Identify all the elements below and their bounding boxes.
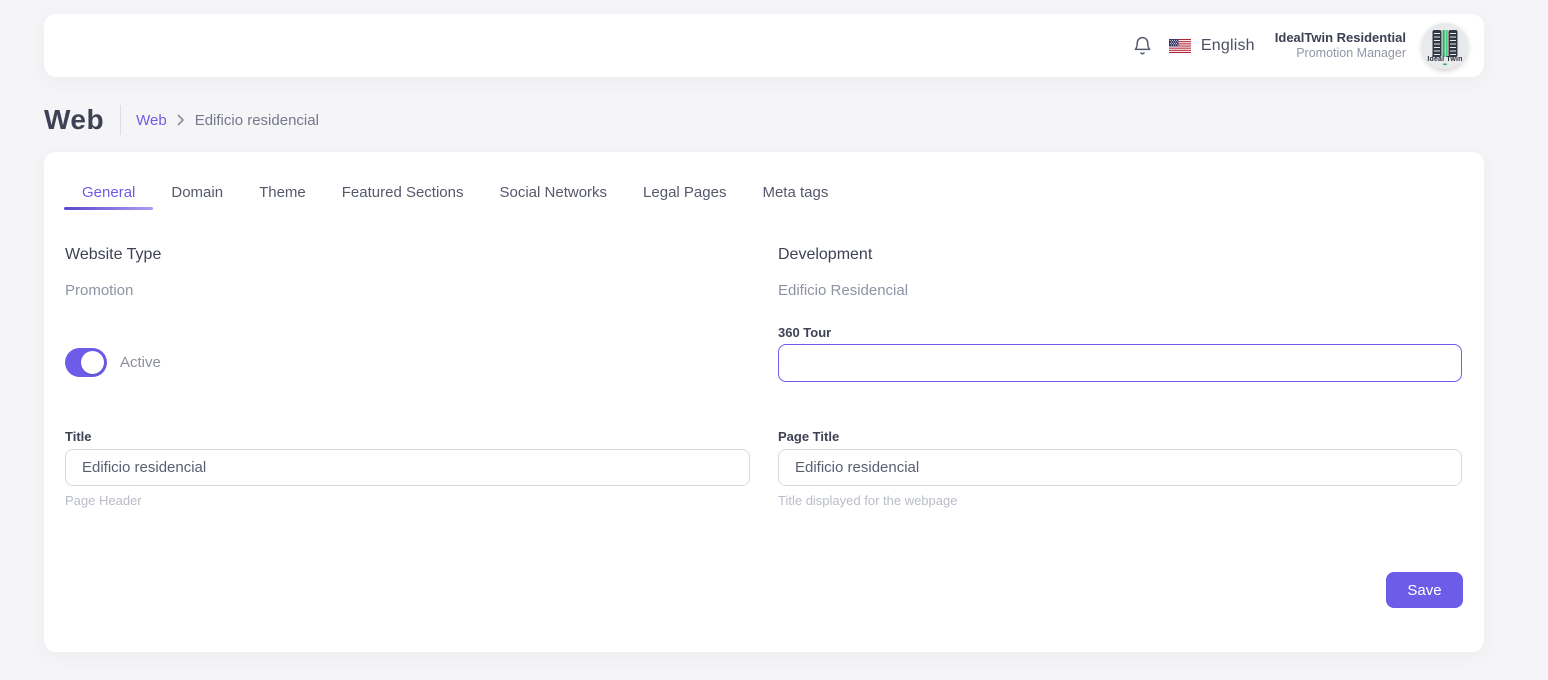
active-toggle[interactable] — [65, 348, 107, 377]
language-label: English — [1201, 37, 1255, 55]
active-toggle-row: Active — [65, 348, 161, 377]
logo-text: Ideal Twin — [1422, 56, 1468, 63]
development-value: Edificio Residencial — [778, 282, 1462, 299]
account-role: Promotion Manager — [1275, 46, 1406, 61]
language-selector[interactable]: English — [1169, 37, 1255, 55]
title-helper: Page Header — [65, 493, 750, 508]
toggle-knob — [81, 351, 104, 374]
account-name: IdealTwin Residential — [1275, 30, 1406, 46]
page-title-label: Page Title — [778, 429, 1462, 444]
website-type-heading: Website Type — [65, 246, 750, 264]
breadcrumb-current: Edificio residencial — [195, 112, 319, 129]
settings-card: General Domain Theme Featured Sections S… — [44, 152, 1484, 652]
page-title: Web — [44, 104, 104, 136]
tour-360-input[interactable] — [778, 344, 1462, 382]
page-title-helper: Title displayed for the webpage — [778, 493, 1462, 508]
top-bar: English IdealTwin Residential Promotion … — [44, 14, 1484, 77]
tab-domain[interactable]: Domain — [153, 176, 241, 209]
title-label: Title — [65, 429, 750, 444]
tab-legal-pages[interactable]: Legal Pages — [625, 176, 744, 209]
breadcrumb-link-web[interactable]: Web — [136, 112, 167, 129]
chevron-right-icon — [177, 114, 185, 126]
tab-social-networks[interactable]: Social Networks — [482, 176, 626, 209]
account-info: IdealTwin Residential Promotion Manager — [1275, 30, 1406, 61]
us-flag-icon — [1169, 39, 1191, 53]
breadcrumb: Web Edificio residencial — [136, 112, 319, 129]
tab-meta-tags[interactable]: Meta tags — [744, 176, 846, 209]
page-header-row: Web Web Edificio residencial — [44, 100, 319, 140]
website-type-value: Promotion — [65, 282, 750, 299]
account-avatar[interactable]: Ideal Twin — [1422, 23, 1468, 69]
tab-featured-sections[interactable]: Featured Sections — [324, 176, 482, 209]
bell-icon[interactable] — [1132, 34, 1153, 57]
active-toggle-label: Active — [120, 354, 161, 371]
save-button[interactable]: Save — [1386, 572, 1463, 608]
development-heading: Development — [778, 246, 1462, 264]
page-title-input[interactable] — [778, 449, 1462, 486]
tab-bar: General Domain Theme Featured Sections S… — [64, 176, 846, 209]
title-input[interactable] — [65, 449, 750, 486]
divider — [120, 105, 121, 135]
tour-360-label: 360 Tour — [778, 325, 1462, 340]
tab-general[interactable]: General — [64, 176, 153, 209]
tab-theme[interactable]: Theme — [241, 176, 324, 209]
